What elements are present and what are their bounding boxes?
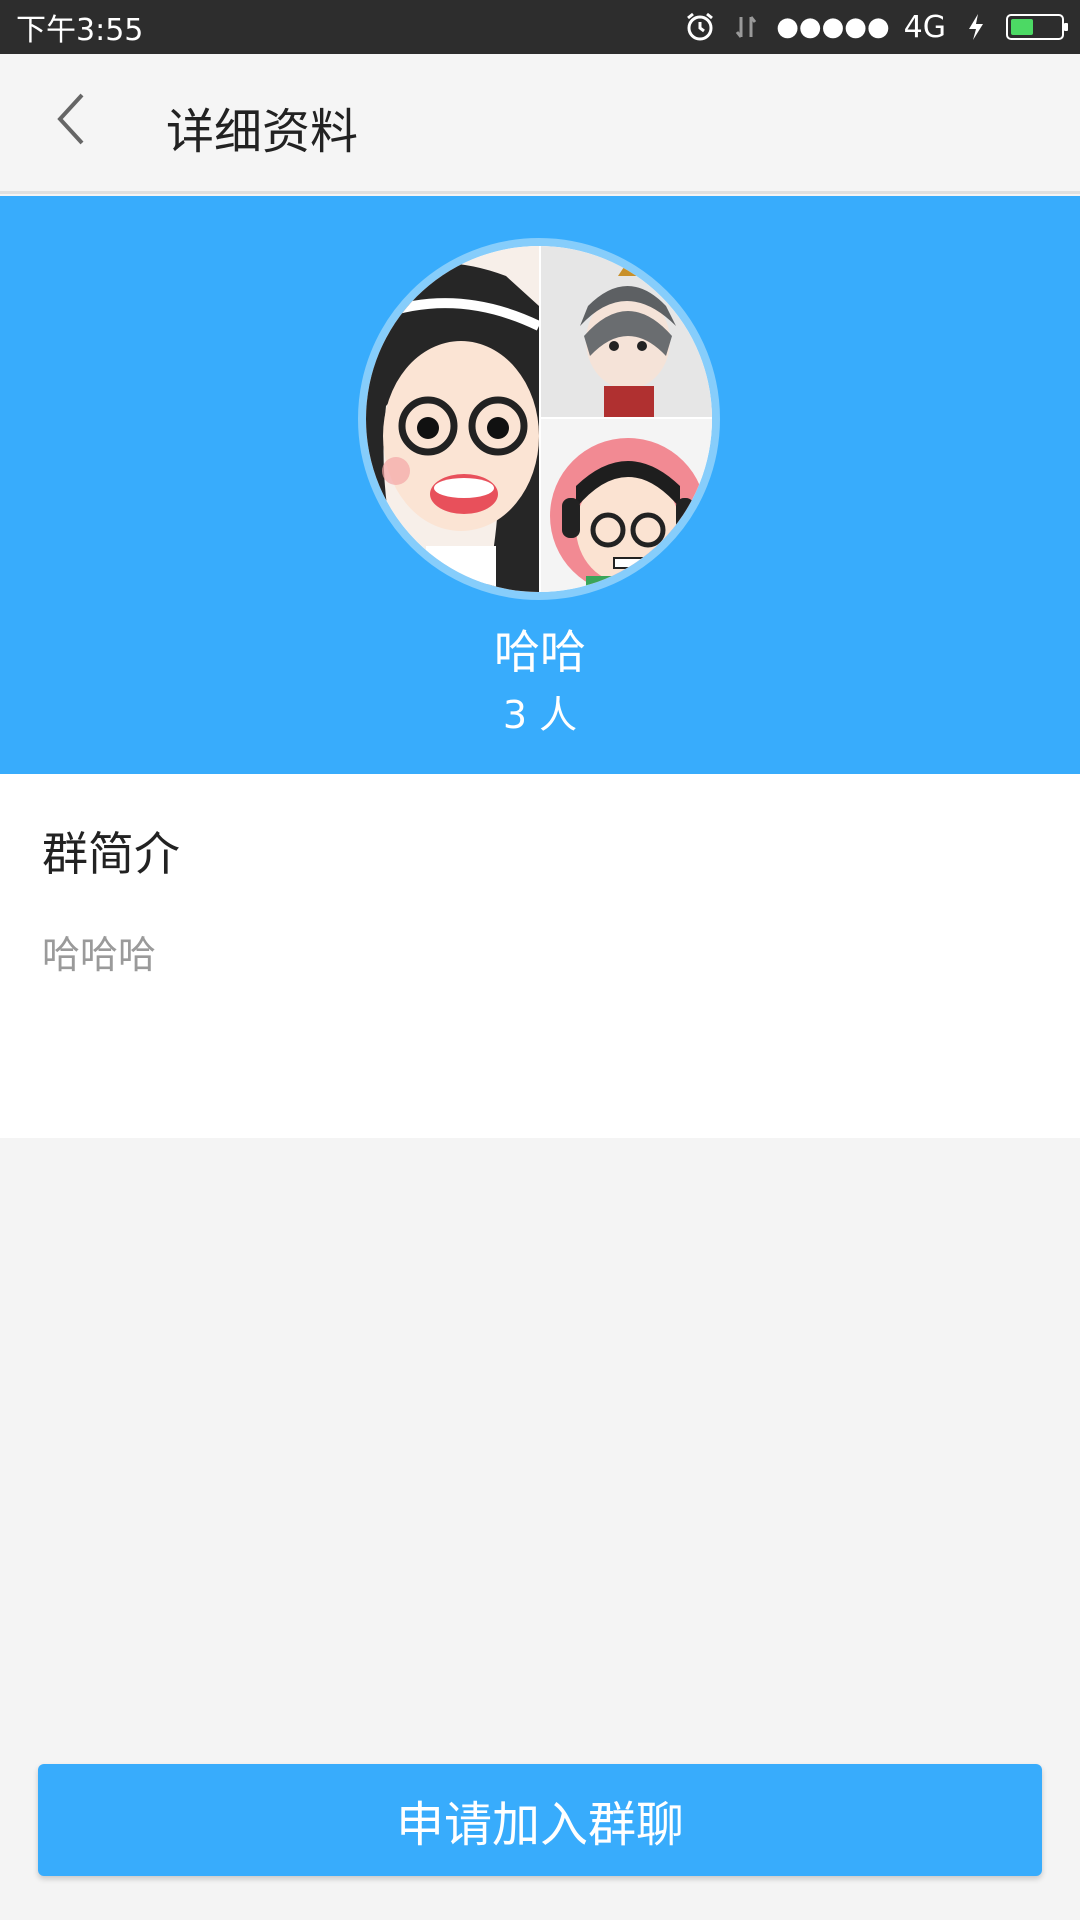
group-intro-section: 群简介 哈哈哈 xyxy=(0,774,1080,1138)
intro-title: 群简介 xyxy=(42,827,180,881)
member-count: 3 人 xyxy=(502,693,578,737)
battery-icon xyxy=(1006,14,1068,40)
status-bar: 下午3:55 ●●●●● 4G xyxy=(0,0,1080,54)
status-icons: ●●●●● 4G xyxy=(684,9,1068,45)
group-name: 哈哈 xyxy=(494,625,586,679)
alarm-icon xyxy=(687,12,714,41)
battery-level xyxy=(1011,19,1033,35)
network-type: 4G xyxy=(903,9,946,45)
intro-text: 哈哈哈 xyxy=(42,933,157,977)
join-group-button[interactable]: 申请加入群聊 xyxy=(38,1764,1042,1876)
top-navigation-bar: 详细资料 xyxy=(0,54,1080,194)
data-arrows-icon xyxy=(736,16,757,38)
avatar-collage-image xyxy=(366,246,712,592)
charging-icon xyxy=(969,14,983,40)
status-time: 下午3:55 xyxy=(16,13,144,48)
group-avatar[interactable] xyxy=(358,238,720,600)
back-button[interactable] xyxy=(42,84,102,154)
page-title: 详细资料 xyxy=(166,104,359,160)
signal-strength: ●●●●● xyxy=(776,12,890,42)
group-header: 哈哈 3 人 xyxy=(0,196,1080,774)
chevron-left-icon xyxy=(57,93,84,145)
